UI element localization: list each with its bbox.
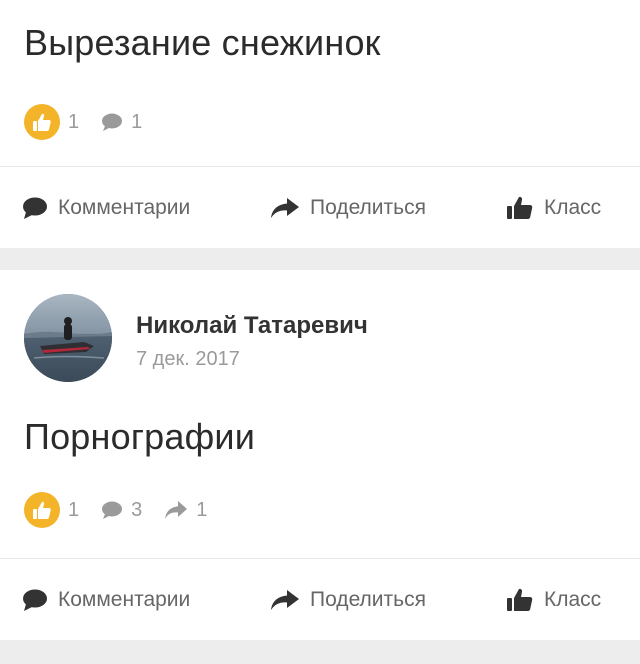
share-button[interactable]: Поделиться [270, 580, 426, 620]
share-count-icon [164, 500, 188, 520]
feed-gap [0, 248, 640, 270]
class-label: Класс [544, 588, 602, 611]
class-button[interactable]: Класс [506, 580, 601, 620]
comment-icon [22, 196, 48, 220]
share-label: Поделиться [310, 196, 426, 219]
like-badge-icon[interactable] [24, 104, 60, 140]
post-date: 7 дек. 2017 [136, 348, 240, 370]
divider [0, 558, 640, 559]
share-arrow-icon [270, 588, 300, 612]
comments-label: Комментарии [58, 588, 191, 611]
post-stats: 1 3 1 [24, 490, 207, 530]
comments-count: 1 [131, 110, 143, 133]
comments-count: 3 [131, 498, 143, 521]
like-badge-icon[interactable] [24, 492, 60, 528]
share-arrow-icon [270, 196, 300, 220]
feed-gap [0, 640, 640, 664]
share-button[interactable]: Поделиться [270, 188, 426, 228]
thumbs-up-icon [506, 195, 534, 221]
likes-count: 1 [68, 110, 80, 133]
author-name[interactable]: Николай Татаревич [136, 312, 368, 340]
post-text: Вырезание снежинок [24, 22, 381, 63]
post-actions: Комментарии Поделиться Класс [0, 188, 640, 228]
comment-count-icon [101, 112, 123, 132]
comments-button[interactable]: Комментарии [22, 188, 190, 228]
divider [0, 166, 640, 167]
likes-count: 1 [68, 498, 80, 521]
post-stats: 1 1 [24, 102, 142, 142]
comments-label: Комментарии [58, 196, 191, 219]
shares-count: 1 [196, 498, 208, 521]
thumbs-up-icon [506, 587, 534, 613]
class-button[interactable]: Класс [506, 188, 601, 228]
comments-button[interactable]: Комментарии [22, 580, 190, 620]
post-actions: Комментарии Поделиться Класс [0, 580, 640, 620]
comment-count-icon [101, 500, 123, 520]
comment-icon [22, 588, 48, 612]
class-label: Класс [544, 196, 602, 219]
post-text: Порнографии [24, 416, 256, 457]
share-label: Поделиться [310, 588, 426, 611]
avatar[interactable] [24, 294, 112, 382]
